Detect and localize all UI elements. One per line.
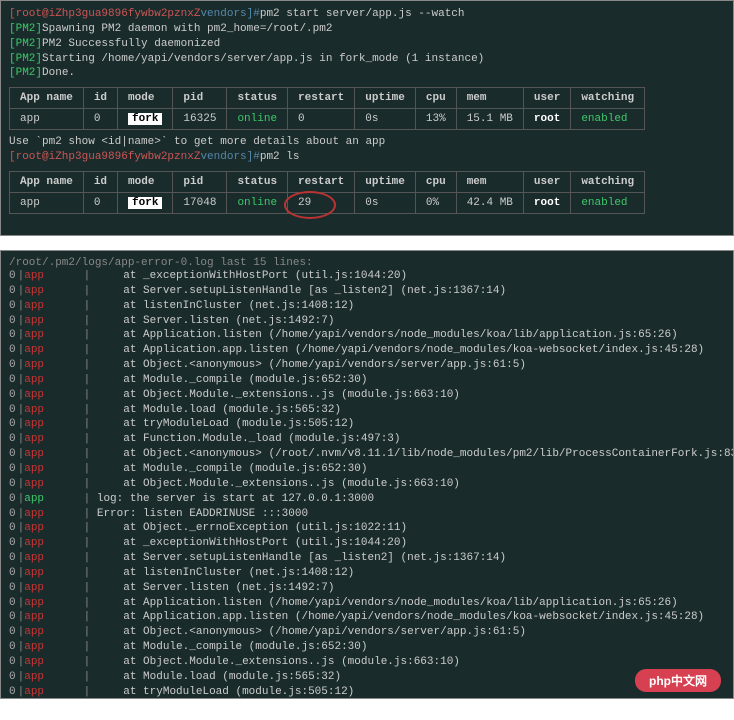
prompt-line-2: [root@iZhp3gua9896fywbw2pznxZ vendors]# … [9,150,725,165]
log-line: 0|app | at Object.<anonymous> (/home/yap… [9,358,725,373]
log-line: 0|app | at Server.setupListenHandle [as … [9,284,725,299]
prompt-line-1: [root@iZhp3gua9896fywbw2pznxZ vendors]# … [9,7,725,22]
log-line: 0|app | at tryModuleLoad (module.js:505:… [9,417,725,432]
prompt-path: vendors]# [200,7,259,22]
log-line: 0|app | at Object.<anonymous> (/home/yap… [9,625,725,640]
prompt-cmd: pm2 ls [260,150,300,165]
log-block-b: 0|app | at Object._errnoException (util.… [9,521,725,699]
prompt-path: vendors]# [200,150,259,165]
pm2-table-2: App nameidmodepidstatusrestartuptimecpum… [9,171,645,214]
log-line: 0|app | at Server.listen (net.js:1492:7) [9,314,725,329]
log-line: 0|app | at Function.Module._load (module… [9,432,725,447]
log-line: 0|app | at Object._errnoException (util.… [9,521,725,536]
log-line: 0|app | at Application.listen (/home/yap… [9,596,725,611]
log-line: 0|app | at listenInCluster (net.js:1408:… [9,566,725,581]
prompt-cmd: pm2 start server/app.js --watch [260,7,465,22]
log-line: 0|app | at _exceptionWithHostPort (util.… [9,269,725,284]
prompt-user: [root@iZhp3gua9896fywbw2pznxZ [9,150,200,165]
log-line: 0|app | at tryModuleLoad (module.js:505:… [9,685,725,699]
log-line: 0|app | at Module._compile (module.js:65… [9,373,725,388]
terminal-bottom: /root/.pm2/logs/app-error-0.log last 15 … [0,250,734,699]
table-header-row: App nameidmodepidstatusrestartuptimecpum… [10,172,645,193]
log-line: 0|app | at Module._compile (module.js:65… [9,462,725,477]
log-line: 0|app | at Object.Module._extensions..js… [9,477,725,492]
log-line: 0|app | at Object.Module._extensions..js… [9,388,725,403]
log-line: 0|app | at Module.load (module.js:565:32… [9,670,725,685]
pm2-table-1: App nameidmodepidstatusrestartuptimecpum… [9,87,645,130]
log-line: 0|app | at Server.listen (net.js:1492:7) [9,581,725,596]
log-line: 0|app | at Server.setupListenHandle [as … [9,551,725,566]
log-line-start: 0|app | log: the server is start at 127.… [9,492,725,507]
pm2-output: [PM2] Spawning PM2 daemon with pm2_home=… [9,22,725,81]
table-header-row: App nameidmodepidstatusrestartuptimecpum… [10,88,645,109]
log-block-a: 0|app | at _exceptionWithHostPort (util.… [9,269,725,492]
log-line: 0|app | at listenInCluster (net.js:1408:… [9,299,725,314]
table-row: app0fork16325online00s13%15.1 MBrootenab… [10,109,645,130]
detail-hint: Use `pm2 show <id|name>` to get more det… [9,136,725,148]
log-line-error: 0|app | Error: listen EADDRINUSE :::3000 [9,507,725,522]
log-header: /root/.pm2/logs/app-error-0.log last 15 … [9,257,725,269]
log-line: 0|app | at Module._compile (module.js:65… [9,640,725,655]
log-line: 0|app | at Application.app.listen (/home… [9,343,725,358]
table-row: app0fork17048online290s0%42.4 MBrootenab… [10,193,645,214]
prompt-user: [root@iZhp3gua9896fywbw2pznxZ [9,7,200,22]
terminal-top: [root@iZhp3gua9896fywbw2pznxZ vendors]# … [0,0,734,236]
log-line: 0|app | at Application.app.listen (/home… [9,610,725,625]
log-line: 0|app | at _exceptionWithHostPort (util.… [9,536,725,551]
log-line: 0|app | at Application.listen (/home/yap… [9,328,725,343]
php-badge[interactable]: php中文网 [635,669,721,692]
log-line: 0|app | at Object.Module._extensions..js… [9,655,725,670]
log-line: 0|app | at Module.load (module.js:565:32… [9,403,725,418]
log-line: 0|app | at Object.<anonymous> (/root/.nv… [9,447,725,462]
